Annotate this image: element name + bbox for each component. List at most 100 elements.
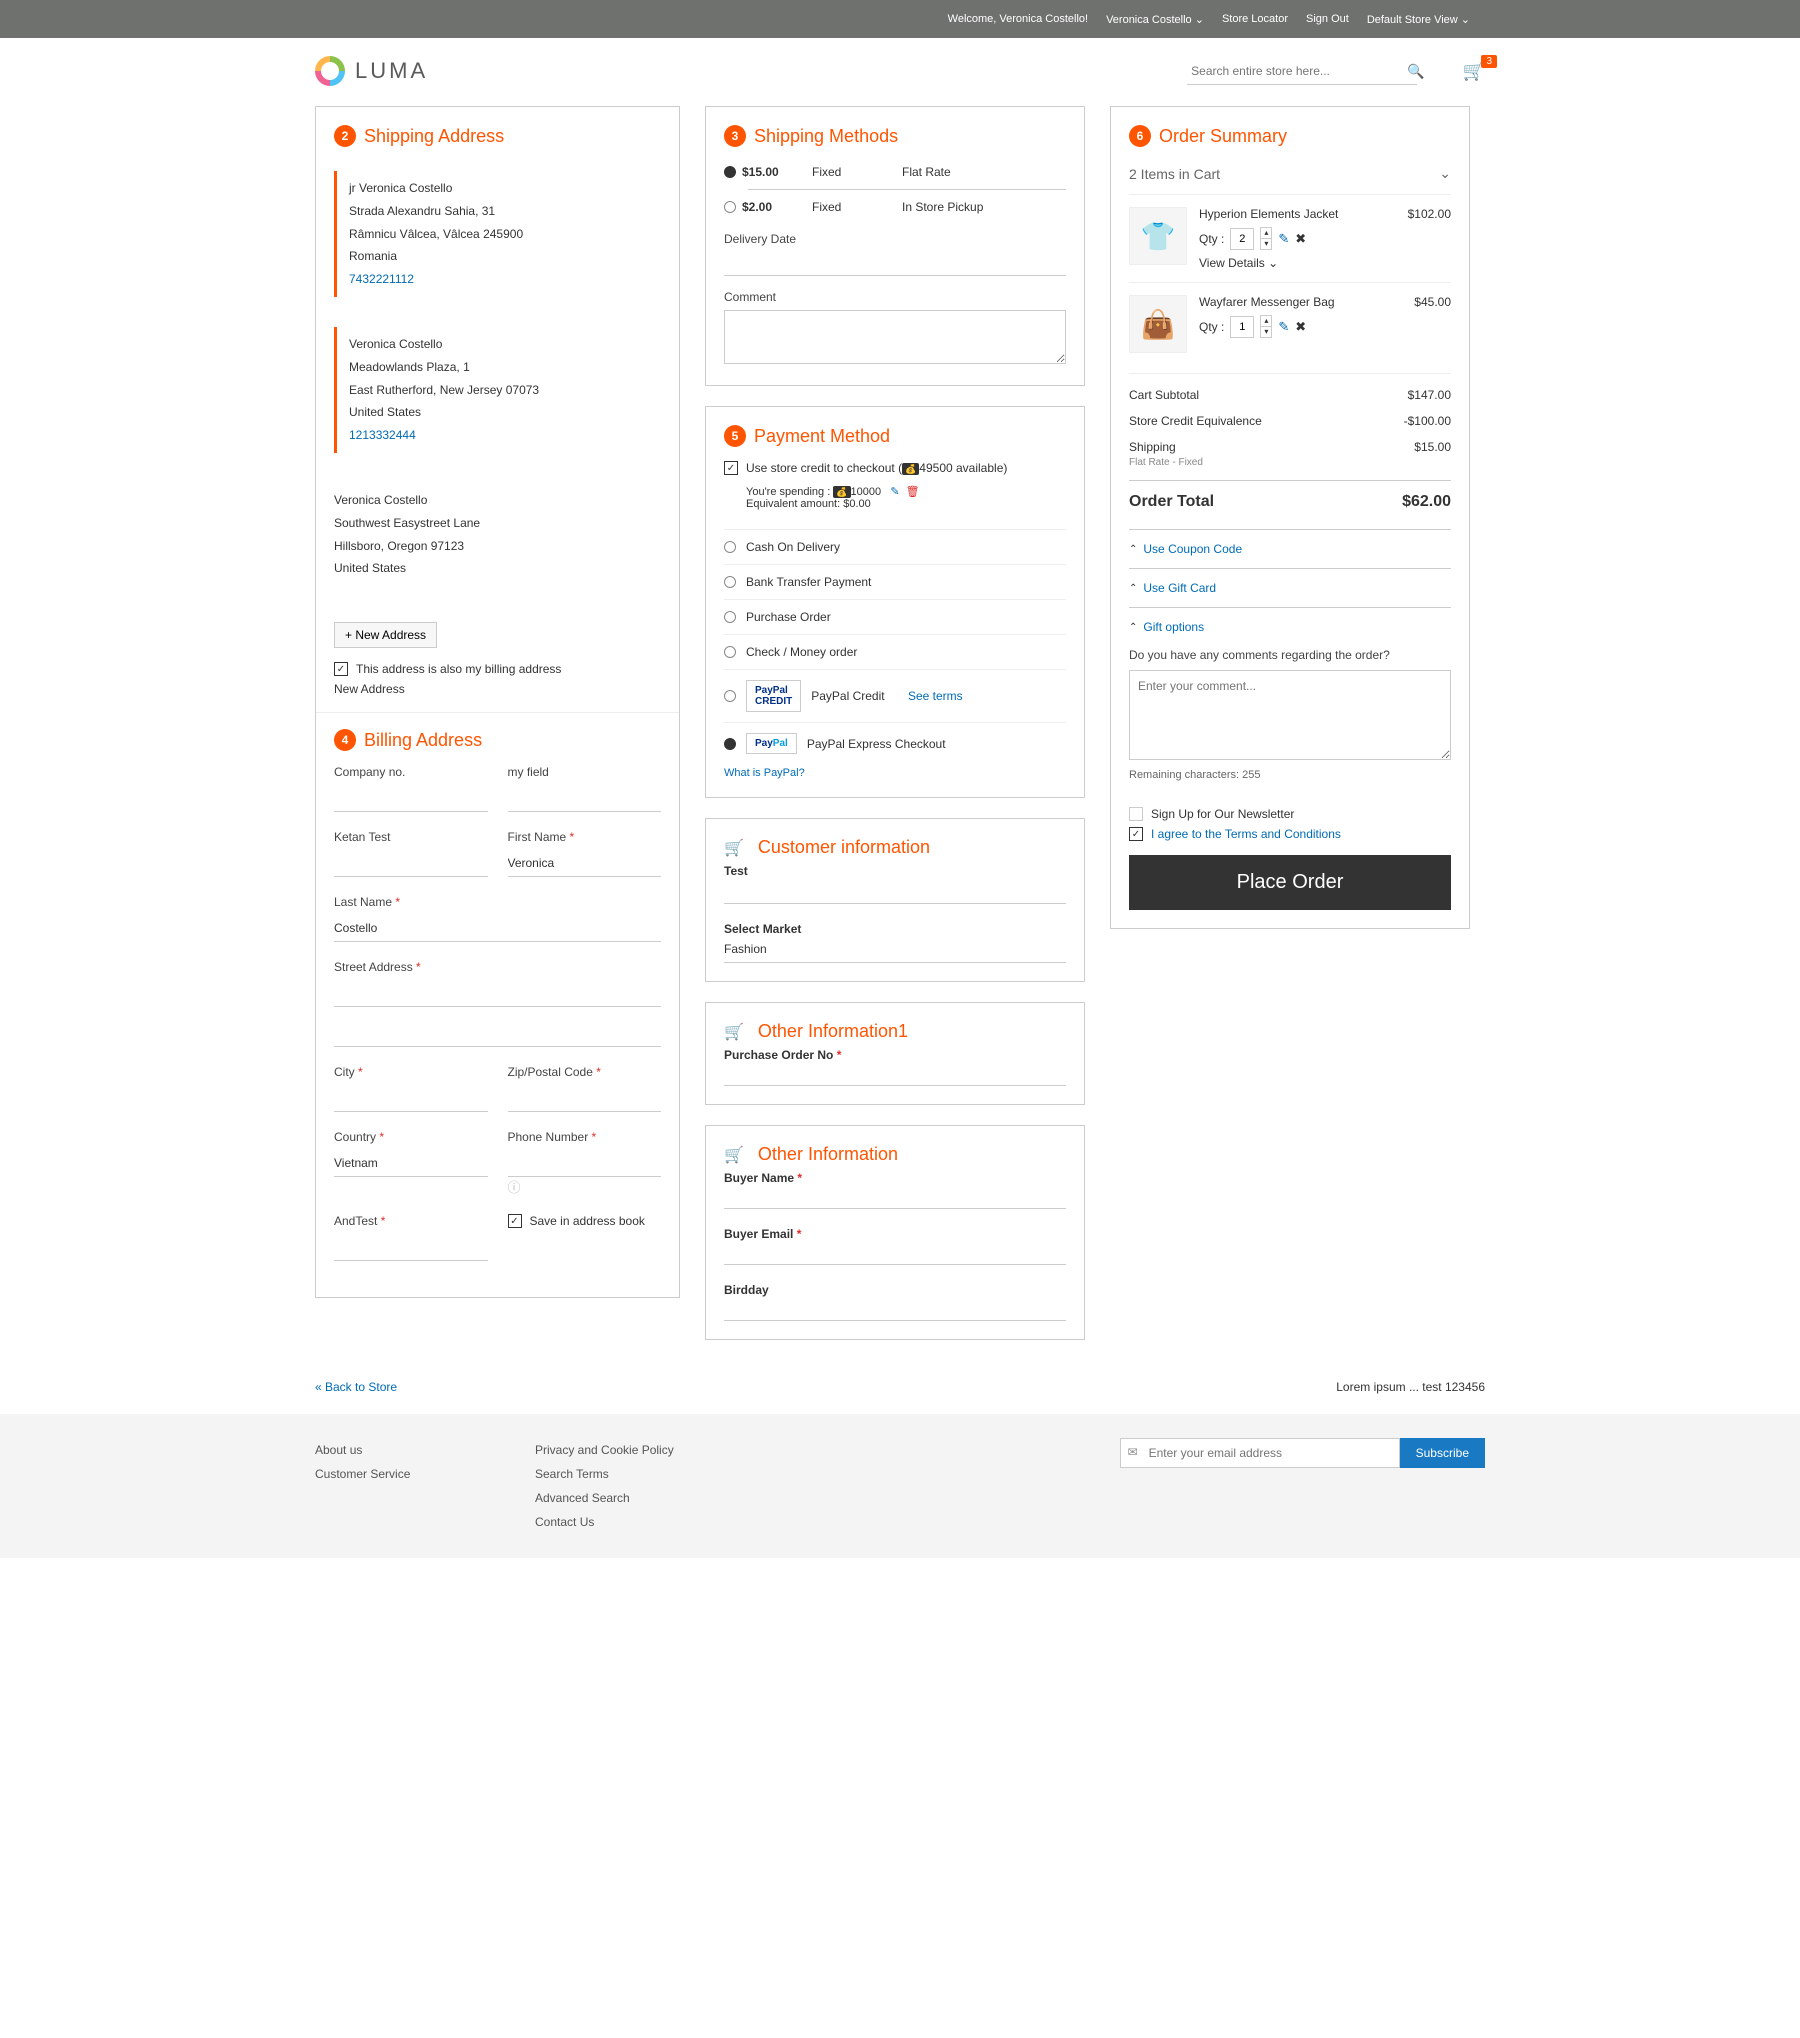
terms-checkbox[interactable]: ✓ xyxy=(1129,827,1143,841)
country-input[interactable] xyxy=(334,1152,488,1177)
payment-method-row[interactable]: Check / Money order xyxy=(724,634,1066,669)
zip-input[interactable] xyxy=(508,1087,662,1112)
newsletter-email-input[interactable] xyxy=(1120,1438,1400,1468)
qty-up[interactable]: ▴ xyxy=(1261,316,1271,327)
last-name-input[interactable] xyxy=(334,917,661,942)
product-name[interactable]: Wayfarer Messenger Bag xyxy=(1199,295,1404,309)
phone-label: Phone Number xyxy=(508,1130,662,1144)
subscribe-button[interactable]: Subscribe xyxy=(1400,1438,1485,1468)
new-address-link[interactable]: New Address xyxy=(334,682,661,696)
remove-icon[interactable]: ✖ xyxy=(1295,319,1306,335)
phone-input[interactable] xyxy=(508,1152,662,1177)
buyer-email-label: Buyer Email xyxy=(724,1227,1066,1241)
payment-panel: 5Payment Method ✓ Use store credit to ch… xyxy=(705,406,1085,798)
view-details-toggle[interactable]: View Details ⌄ xyxy=(1199,256,1398,270)
qty-input[interactable] xyxy=(1230,316,1254,338)
minicart[interactable]: 🛒3 xyxy=(1463,61,1485,82)
product-thumb[interactable]: 👕 xyxy=(1129,207,1187,265)
new-address-button[interactable]: + New Address xyxy=(334,622,437,648)
shipping-comment[interactable] xyxy=(724,310,1066,364)
gift-comment-input[interactable] xyxy=(1129,670,1451,760)
city-input[interactable] xyxy=(334,1087,488,1112)
delivery-date-input[interactable] xyxy=(724,252,1066,276)
birdday-input[interactable] xyxy=(724,1297,1066,1321)
search-icon[interactable]: 🔍 xyxy=(1407,63,1424,80)
qty-down[interactable]: ▾ xyxy=(1261,327,1271,337)
street-input-2[interactable] xyxy=(334,1022,661,1047)
giftoptions-toggle[interactable]: ⌃Gift options xyxy=(1129,620,1451,634)
search-input[interactable] xyxy=(1187,58,1417,85)
use-credit-checkbox[interactable]: ✓ xyxy=(724,461,738,475)
order-summary-panel: 6Order Summary 2 Items in Cart ⌄ 👕 Hyper… xyxy=(1110,106,1470,929)
payment-paypal-express[interactable]: PayPalPayPal Express Checkout xyxy=(724,722,1066,764)
buyer-email-input[interactable] xyxy=(724,1241,1066,1265)
edit-icon[interactable]: ✎ xyxy=(1278,231,1289,247)
also-billing-checkbox[interactable]: ✓ xyxy=(334,662,348,676)
payment-method-row[interactable]: Bank Transfer Payment xyxy=(724,564,1066,599)
what-is-paypal-link[interactable]: What is PayPal? xyxy=(724,767,805,779)
payment-method-row[interactable]: Purchase Order xyxy=(724,599,1066,634)
product-thumb[interactable]: 👜 xyxy=(1129,295,1187,353)
store-view-menu[interactable]: Default Store View ⌄ xyxy=(1367,13,1470,26)
account-menu[interactable]: Veronica Costello ⌄ xyxy=(1106,13,1204,26)
my-field-input[interactable] xyxy=(508,787,662,812)
andtest-input[interactable] xyxy=(334,1236,488,1261)
shipping-method-row[interactable]: $15.00 Fixed Flat Rate xyxy=(724,161,1066,183)
logo[interactable]: LUMA xyxy=(315,56,428,86)
shipping-method-row[interactable]: $2.00 Fixed In Store Pickup xyxy=(724,196,1066,218)
qty-down[interactable]: ▾ xyxy=(1261,239,1271,249)
remove-icon[interactable]: ✖ xyxy=(1295,231,1306,247)
address-list[interactable]: jr Veronica Costello Strada Alexandru Sa… xyxy=(334,161,661,616)
coupon-toggle[interactable]: ⌃Use Coupon Code xyxy=(1129,542,1451,556)
address-card[interactable]: jr Veronica Costello Strada Alexandru Sa… xyxy=(334,171,653,297)
edit-icon[interactable]: ✎ xyxy=(890,486,899,498)
payment-paypal-credit[interactable]: PayPalCREDITPayPal Credit See terms xyxy=(724,669,1066,722)
footer-link[interactable]: Privacy and Cookie Policy xyxy=(535,1438,835,1462)
edit-icon[interactable]: ✎ xyxy=(1278,319,1289,335)
street-input-1[interactable] xyxy=(334,982,661,1007)
newsletter-checkbox[interactable] xyxy=(1129,807,1143,821)
place-order-button[interactable]: Place Order xyxy=(1129,855,1451,910)
company-no-input[interactable] xyxy=(334,787,488,812)
ketan-test-input[interactable] xyxy=(334,852,488,877)
cart-items-toggle[interactable]: 2 Items in Cart ⌄ xyxy=(1129,161,1451,194)
phone-link[interactable]: 7432221112 xyxy=(349,272,414,286)
buyer-name-input[interactable] xyxy=(724,1185,1066,1209)
footer-link[interactable]: Search Terms xyxy=(535,1462,835,1486)
market-value[interactable]: Fashion xyxy=(724,936,1066,963)
address-card[interactable]: Veronica Costello Southwest Easystreet L… xyxy=(334,483,653,586)
test-input[interactable] xyxy=(724,880,1066,904)
first-name-input[interactable] xyxy=(508,852,662,877)
see-terms-link[interactable]: See terms xyxy=(908,689,963,703)
product-name[interactable]: Hyperion Elements Jacket xyxy=(1199,207,1398,221)
delete-icon[interactable]: 🗑 xyxy=(906,486,920,498)
my-field-label: my field xyxy=(508,765,662,779)
store-locator-link[interactable]: Store Locator xyxy=(1222,13,1288,25)
address-card[interactable]: Veronica Costello Meadowlands Plaza, 1 E… xyxy=(334,327,653,453)
footer-link[interactable]: About us xyxy=(315,1438,515,1462)
footer-link[interactable]: Advanced Search xyxy=(535,1486,835,1510)
shipping-billing-panel: 2 Shipping Address jr Veronica Costello … xyxy=(315,106,680,1298)
qty-input[interactable] xyxy=(1230,228,1254,250)
radio-selected[interactable] xyxy=(724,166,736,178)
footer-note: Lorem ipsum ... test 123456 xyxy=(1336,1380,1485,1394)
sign-out-link[interactable]: Sign Out xyxy=(1306,13,1349,25)
terms-link[interactable]: I agree to the Terms and Conditions xyxy=(1151,827,1341,841)
po-input[interactable] xyxy=(724,1062,1066,1086)
tooltip-icon[interactable]: ⓘ xyxy=(508,1180,521,1195)
billing-address-title: 4 Billing Address xyxy=(334,729,661,751)
radio[interactable] xyxy=(724,201,736,213)
footer-link[interactable]: Contact Us xyxy=(535,1510,835,1534)
qty-up[interactable]: ▴ xyxy=(1261,228,1271,239)
city-label: City xyxy=(334,1065,488,1079)
payment-method-row[interactable]: Cash On Delivery xyxy=(724,529,1066,564)
footer: About us Customer Service Privacy and Co… xyxy=(0,1414,1800,1558)
last-name-label: Last Name xyxy=(334,895,661,909)
other-info1-panel: 🛒Other Information1 Purchase Order No xyxy=(705,1002,1085,1105)
phone-link[interactable]: 1213332444 xyxy=(349,428,416,442)
save-address-checkbox[interactable]: ✓ xyxy=(508,1214,522,1228)
giftcard-toggle[interactable]: ⌃Use Gift Card xyxy=(1129,581,1451,595)
header: LUMA 🔍 🛒3 xyxy=(315,38,1485,96)
footer-link[interactable]: Customer Service xyxy=(315,1462,515,1486)
back-to-store-link[interactable]: « Back to Store xyxy=(315,1380,397,1394)
